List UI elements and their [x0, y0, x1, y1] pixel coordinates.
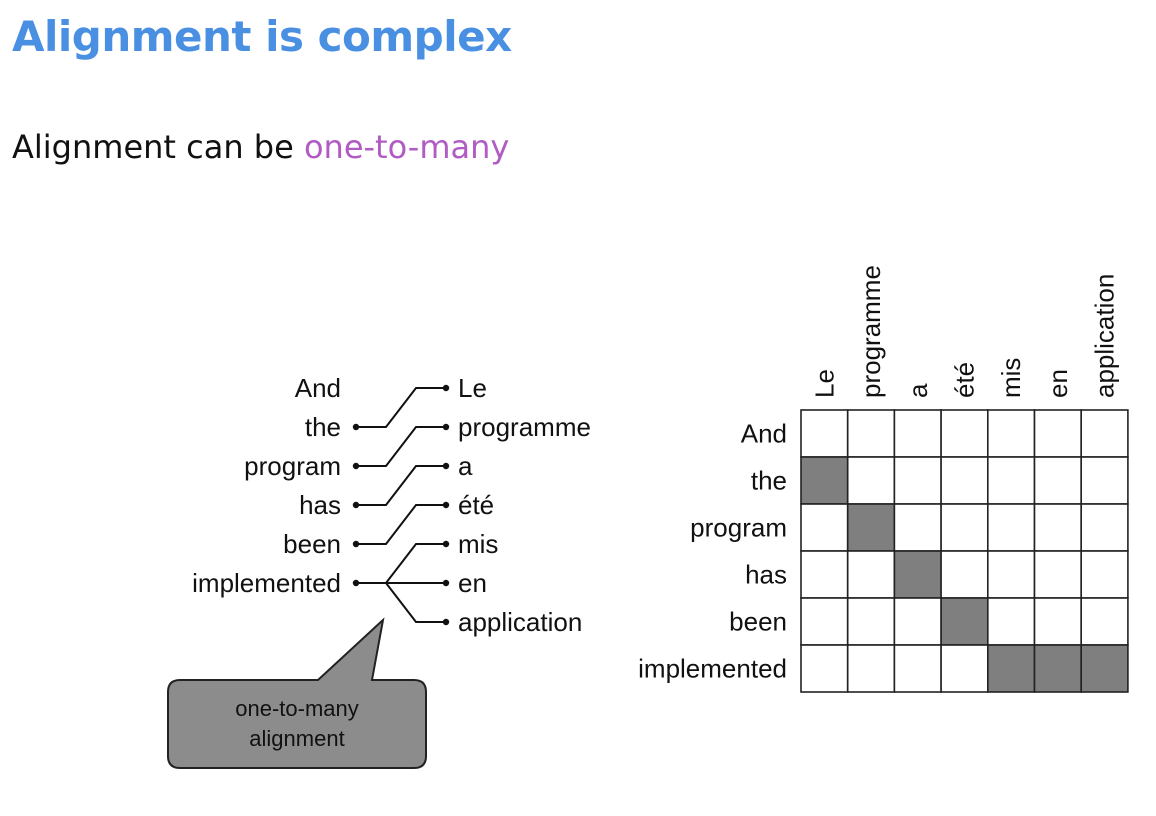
target-dot — [442, 501, 450, 509]
source-dot — [352, 462, 360, 470]
matrix-cell — [846, 456, 896, 505]
matrix-col-label: Le — [809, 369, 839, 398]
matrix-cell — [1033, 503, 1083, 552]
alignment-link — [356, 543, 446, 584]
callout-line-1: one-to-many — [235, 696, 359, 721]
matrix-cell — [940, 456, 989, 505]
matrix-cell — [1033, 456, 1083, 505]
matrix-cell — [893, 597, 942, 646]
target-dot — [442, 462, 450, 470]
matrix-col-label: programme — [856, 265, 886, 398]
matrix-cell — [846, 550, 896, 599]
matrix-col-label: a — [903, 383, 933, 398]
matrix-col-label: été — [949, 362, 979, 398]
alignment-link — [356, 426, 446, 467]
matrix-cell — [1033, 409, 1083, 458]
source-word: the — [305, 412, 341, 442]
matrix-cell — [846, 597, 896, 646]
source-word: has — [299, 490, 341, 520]
matrix-cell — [800, 409, 849, 458]
target-dot — [442, 384, 450, 392]
target-dot — [442, 618, 450, 626]
matrix-col-label: en — [1043, 369, 1073, 398]
alignment-link — [356, 387, 446, 428]
target-word: a — [458, 451, 473, 481]
matrix-cell — [1080, 503, 1129, 552]
matrix-row-label: And — [741, 419, 787, 449]
matrix-row-label: program — [690, 513, 787, 543]
matrix-row-label: implemented — [638, 654, 787, 684]
matrix-cell — [940, 409, 989, 458]
callout-line-2: alignment — [249, 726, 344, 751]
target-word: programme — [458, 412, 591, 442]
matrix-cell — [800, 550, 849, 599]
alignment-link — [356, 504, 446, 545]
matrix-cell — [800, 503, 849, 552]
matrix-cell — [893, 456, 942, 505]
matrix-cell-filled — [940, 597, 989, 646]
matrix-cell — [1080, 550, 1129, 599]
matrix-cell — [986, 550, 1036, 599]
matrix-cell — [986, 409, 1036, 458]
matrix-cell — [893, 503, 942, 552]
callout: one-to-many alignment — [167, 617, 427, 769]
matrix-cell — [1080, 597, 1129, 646]
alignment-link — [356, 582, 446, 623]
target-dot — [442, 579, 450, 587]
source-word: And — [295, 373, 341, 403]
source-dot — [352, 501, 360, 509]
matrix-cell — [940, 503, 989, 552]
matrix-cell — [800, 644, 849, 693]
word-alignment-list: And the program has been implemented Le program… — [192, 373, 591, 637]
matrix-cell — [1080, 409, 1129, 458]
target-word: mis — [458, 529, 498, 559]
target-word: application — [458, 607, 582, 637]
matrix-cell — [940, 644, 989, 693]
matrix-row-label: been — [729, 607, 787, 637]
source-word: been — [283, 529, 341, 559]
matrix-cell — [893, 644, 942, 693]
alignment-diagram: And the program has been implemented Le program… — [167, 265, 1129, 769]
matrix-cell — [1033, 597, 1083, 646]
target-dot — [442, 540, 450, 548]
matrix-cell-filled — [800, 456, 849, 505]
matrix-row-label: has — [745, 560, 787, 590]
matrix-cell-filled — [846, 503, 896, 552]
alignment-matrix: And the program has been implemented Le program… — [638, 265, 1129, 693]
matrix-cell — [846, 644, 896, 693]
matrix-cell — [986, 503, 1036, 552]
matrix-col-label: mis — [996, 358, 1026, 398]
matrix-cell-filled — [1033, 644, 1083, 693]
matrix-cell — [940, 550, 989, 599]
matrix-cell — [986, 456, 1036, 505]
source-dot — [352, 579, 360, 587]
source-dot — [352, 423, 360, 431]
target-word: en — [458, 568, 487, 598]
matrix-row-label: the — [751, 466, 787, 496]
matrix-cell-filled — [893, 550, 942, 599]
matrix-cell-filled — [986, 644, 1036, 693]
matrix-col-label: application — [1090, 274, 1120, 398]
target-word: été — [458, 490, 494, 520]
source-word: program — [244, 451, 341, 481]
matrix-cell — [986, 597, 1036, 646]
alignment-link — [356, 465, 446, 506]
target-word: Le — [458, 373, 487, 403]
matrix-cell — [846, 409, 896, 458]
matrix-cell — [893, 409, 942, 458]
source-dot — [352, 540, 360, 548]
matrix-cell — [800, 597, 849, 646]
target-dot — [442, 423, 450, 431]
matrix-cell-filled — [1080, 644, 1129, 693]
matrix-cell — [1033, 550, 1083, 599]
matrix-cell — [1080, 456, 1129, 505]
source-word: implemented — [192, 568, 341, 598]
